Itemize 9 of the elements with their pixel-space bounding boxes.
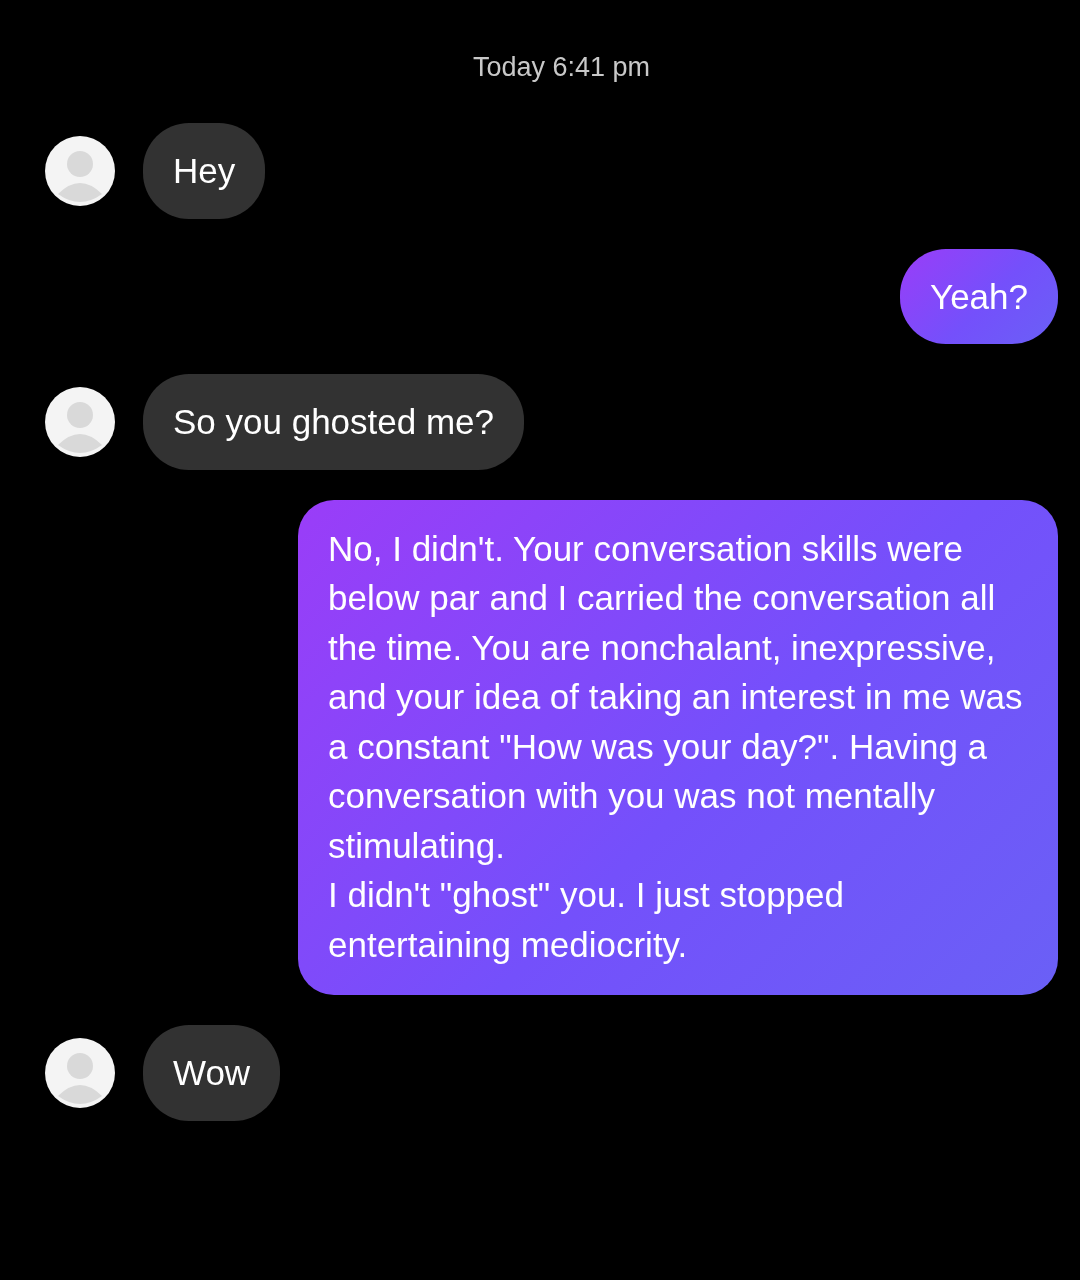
message-bubble: Hey [143,123,266,219]
timestamp: Today 6:41 pm [472,52,651,83]
message-bubble: Wow [143,1025,281,1121]
avatar-icon [45,1037,115,1108]
avatar-icon [45,135,115,206]
message-bubble: So you ghosted me? [143,374,525,470]
message-bubble: Yeah? [900,248,1058,344]
message-bubble: No, I didn't. Your conversation skills were below par and I carried the conversation all the time. You are nonchalant, inexpressive, and your idea of taking an interest in me was a constant "How was your day?". Having a conversation with you was not mentally stimulating. I didn't "ghost" you. I just stopped entertaining mediocrity. [298,499,1058,995]
avatar-icon [45,386,115,457]
